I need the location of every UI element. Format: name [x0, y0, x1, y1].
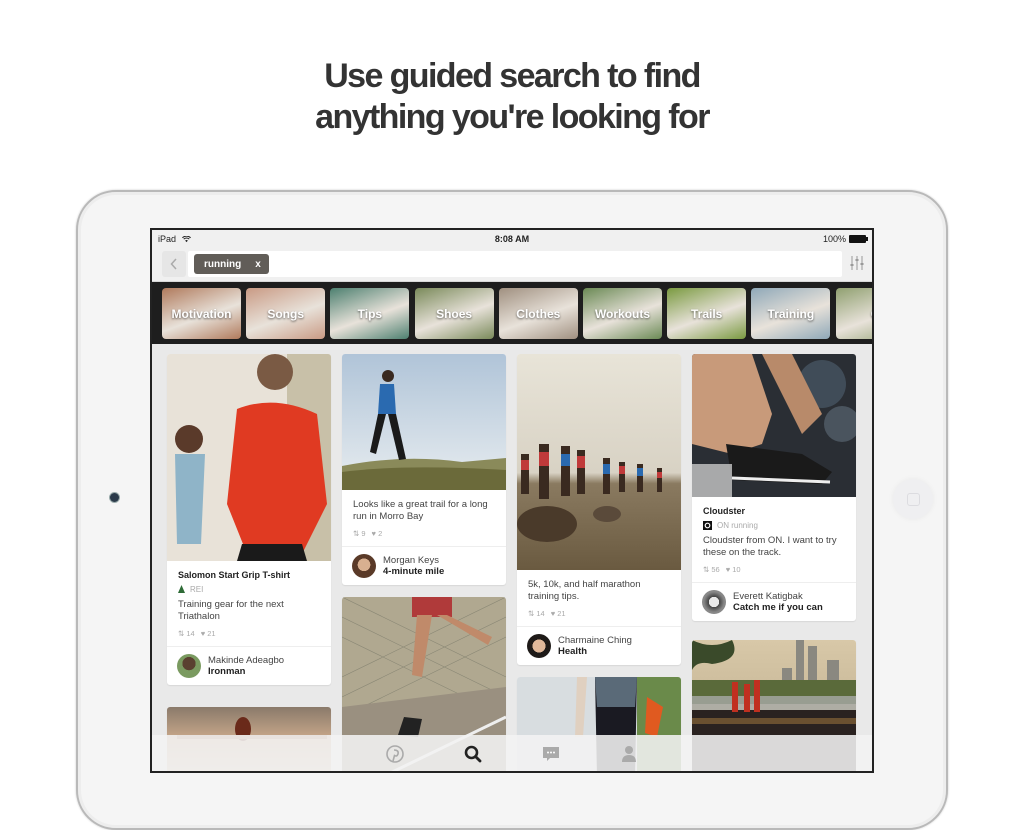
- profile-icon: [622, 746, 636, 762]
- guide-chip-motivation[interactable]: Motivation: [162, 288, 241, 339]
- pin-title[interactable]: Cloudster: [703, 506, 845, 516]
- like-count: ♥ 21: [550, 609, 566, 618]
- pin-source-name: ON running: [717, 521, 758, 530]
- tab-home[interactable]: [385, 744, 405, 764]
- guide-chip-label: Motivation: [171, 306, 232, 321]
- pin-source[interactable]: REI: [178, 585, 320, 594]
- pin-image[interactable]: [517, 354, 681, 570]
- pin-stats: ⇅ 14 ♥ 21: [528, 609, 670, 618]
- board-name[interactable]: Ironman: [208, 666, 284, 677]
- guide-chip-label: Shoes: [436, 306, 473, 321]
- pin-card[interactable]: Looks like a great trail for a long run …: [342, 354, 506, 585]
- guide-chip-songs[interactable]: Songs: [246, 288, 326, 339]
- guided-search-bar: Motivation Songs Tips Shoes Clothes Workouts T…: [152, 282, 872, 344]
- board-name[interactable]: Health: [558, 646, 632, 657]
- search-input[interactable]: running x: [188, 251, 842, 277]
- board-name[interactable]: Catch me if you can: [733, 602, 823, 613]
- pin-description: Training gear for the next Triathalon: [178, 599, 284, 622]
- pinner-name: Charmaine Ching: [558, 635, 632, 646]
- guide-chip-c[interactable]: C: [835, 288, 872, 339]
- battery-percent: 100%: [822, 234, 846, 244]
- pin-card[interactable]: Salomon Start Grip T-shirt REI Training …: [167, 354, 331, 685]
- tree-icon: [178, 585, 185, 593]
- guide-chip-label: Workouts: [594, 306, 651, 321]
- back-button[interactable]: [162, 251, 186, 277]
- home-button[interactable]: [893, 479, 933, 519]
- search-token-label: running: [204, 258, 242, 270]
- tab-search[interactable]: [463, 744, 483, 764]
- guide-chip-trails[interactable]: Trails: [667, 288, 747, 339]
- avatar[interactable]: [527, 634, 551, 658]
- guide-chip-label: Songs: [267, 306, 305, 321]
- pinner-name: Morgan Keys: [383, 555, 439, 566]
- pin-stats: ⇅ 56 ♥ 10: [703, 565, 845, 574]
- pinner-name: Makinde Adeagbo: [208, 655, 285, 666]
- pin-image[interactable]: [167, 354, 331, 561]
- headline-line-2: anything you're looking for: [315, 98, 710, 136]
- pin-description: Looks like a great trail for a long run …: [353, 499, 488, 522]
- repin-count: ⇅ 14: [528, 609, 545, 618]
- search-icon: [464, 745, 482, 763]
- pinner-info[interactable]: Charmaine Ching Health: [517, 626, 681, 665]
- guide-chip-label: Training: [767, 306, 815, 321]
- guide-chip-clothes[interactable]: Clothes: [498, 288, 578, 339]
- pinner-name: Everett Katigbak: [733, 591, 803, 602]
- status-time: 8:08 AM: [494, 234, 530, 244]
- tab-profile[interactable]: [619, 744, 639, 764]
- pin-description: Cloudster from ON. I want to try these o…: [703, 535, 837, 558]
- guide-chip-label: Clothes: [516, 306, 561, 321]
- repin-count: ⇅ 56: [703, 565, 720, 574]
- on-logo-icon: [703, 521, 712, 530]
- pinterest-icon: [386, 745, 404, 763]
- guide-chip-label: Trails: [691, 306, 723, 321]
- guide-chip-training[interactable]: Training: [751, 288, 831, 339]
- tab-bar: [152, 735, 872, 771]
- pinner-info[interactable]: Everett Katigbak Catch me if you can: [692, 582, 856, 621]
- pin-source[interactable]: ON running: [703, 521, 845, 530]
- pinner-info[interactable]: Morgan Keys 4-minute mile: [342, 546, 506, 585]
- search-token[interactable]: running x: [194, 254, 269, 274]
- sliders-icon: [850, 256, 864, 270]
- status-bar: iPad 8:08 AM 100%: [152, 230, 872, 248]
- pin-stats: ⇅ 14 ♥ 21: [178, 629, 320, 638]
- avatar[interactable]: [352, 554, 376, 578]
- pin-description: 5k, 10k, and half marathon training tips…: [528, 579, 641, 602]
- repin-count: ⇅ 9: [353, 529, 366, 538]
- search-bar: running x: [152, 248, 872, 282]
- like-count: ♥ 2: [371, 529, 383, 538]
- guide-chip-label: C: [871, 307, 872, 321]
- guide-chip-label: Tips: [357, 306, 383, 321]
- pin-image[interactable]: [692, 354, 856, 497]
- pin-feed: Salomon Start Grip T-shirt REI Training …: [152, 344, 872, 771]
- avatar[interactable]: [177, 654, 201, 678]
- pin-source-name: REI: [190, 585, 204, 594]
- headline: Use guided search to find anything you'r…: [0, 56, 1024, 138]
- board-name[interactable]: 4-minute mile: [383, 566, 444, 577]
- guide-chip-tips[interactable]: Tips: [330, 288, 410, 339]
- repin-count: ⇅ 14: [178, 629, 195, 638]
- pin-stats: ⇅ 9 ♥ 2: [353, 529, 495, 538]
- guide-chip-shoes[interactable]: Shoes: [414, 288, 494, 339]
- filter-button[interactable]: [850, 255, 864, 271]
- pinner-info[interactable]: Makinde Adeagbo Ironman: [167, 646, 331, 685]
- messages-icon: [543, 747, 559, 761]
- like-count: ♥ 10: [725, 565, 741, 574]
- pin-card[interactable]: 5k, 10k, and half marathon training tips…: [517, 354, 681, 665]
- pin-card[interactable]: Cloudster ON running Cloudster from ON. …: [692, 354, 856, 621]
- pin-title[interactable]: Salomon Start Grip T-shirt: [178, 570, 320, 580]
- headline-line-1: Use guided search to find: [324, 57, 701, 95]
- avatar[interactable]: [702, 590, 726, 614]
- like-count: ♥ 21: [200, 629, 216, 638]
- battery-icon: [849, 235, 868, 243]
- tab-messages[interactable]: [541, 744, 561, 764]
- clear-token-button[interactable]: x: [255, 259, 261, 270]
- guide-chip-workouts[interactable]: Workouts: [583, 288, 662, 339]
- chevron-left-icon: [170, 258, 177, 270]
- ipad-screen: iPad 8:08 AM 100% running x Motivation So…: [150, 228, 874, 773]
- status-right: 100%: [822, 234, 868, 244]
- pin-image[interactable]: [342, 354, 506, 490]
- camera-icon: [110, 493, 119, 502]
